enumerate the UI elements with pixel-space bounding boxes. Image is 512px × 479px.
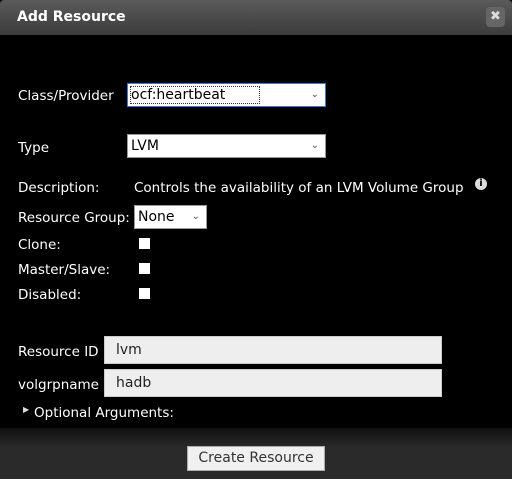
- disabled-label: Disabled:: [18, 287, 82, 303]
- class-provider-value: ocf:heartbeat: [129, 86, 261, 104]
- resource-group-label: Resource Group:: [18, 210, 130, 226]
- chevron-down-icon: ⌄: [310, 140, 319, 151]
- class-provider-select[interactable]: ocf:heartbeat ⌄: [127, 83, 326, 107]
- resource-group-select[interactable]: None ⌄: [134, 205, 207, 229]
- type-value: LVM: [131, 138, 159, 154]
- volgrpname-label: volgrpname: [18, 377, 99, 393]
- resource-id-label: Resource ID: [18, 344, 99, 360]
- resource-id-input[interactable]: lvm: [104, 336, 442, 364]
- description-label: Description:: [18, 180, 100, 196]
- expand-triangle-icon[interactable]: ▶: [23, 405, 29, 414]
- clone-label: Clone:: [18, 237, 61, 253]
- type-label: Type: [18, 140, 50, 156]
- disabled-checkbox[interactable]: [139, 288, 150, 299]
- clone-checkbox[interactable]: [139, 238, 150, 249]
- volgrpname-input[interactable]: hadb: [104, 369, 442, 397]
- description-text: Controls the availability of an LVM Volu…: [134, 180, 464, 196]
- master-slave-label: Master/Slave:: [18, 262, 111, 278]
- chevron-down-icon: ⌄: [310, 89, 319, 100]
- create-resource-button[interactable]: Create Resource: [187, 446, 325, 471]
- dialog-title: Add Resource: [17, 9, 126, 25]
- master-slave-checkbox[interactable]: [139, 263, 150, 274]
- resource-group-value: None: [138, 209, 175, 225]
- chevron-down-icon: ⌄: [191, 211, 200, 222]
- close-icon[interactable]: ✖: [486, 7, 505, 27]
- type-select[interactable]: LVM ⌄: [127, 134, 326, 158]
- optional-arguments-toggle[interactable]: Optional Arguments:: [34, 405, 174, 421]
- class-provider-label: Class/Provider: [18, 88, 114, 104]
- info-icon[interactable]: i: [475, 178, 487, 190]
